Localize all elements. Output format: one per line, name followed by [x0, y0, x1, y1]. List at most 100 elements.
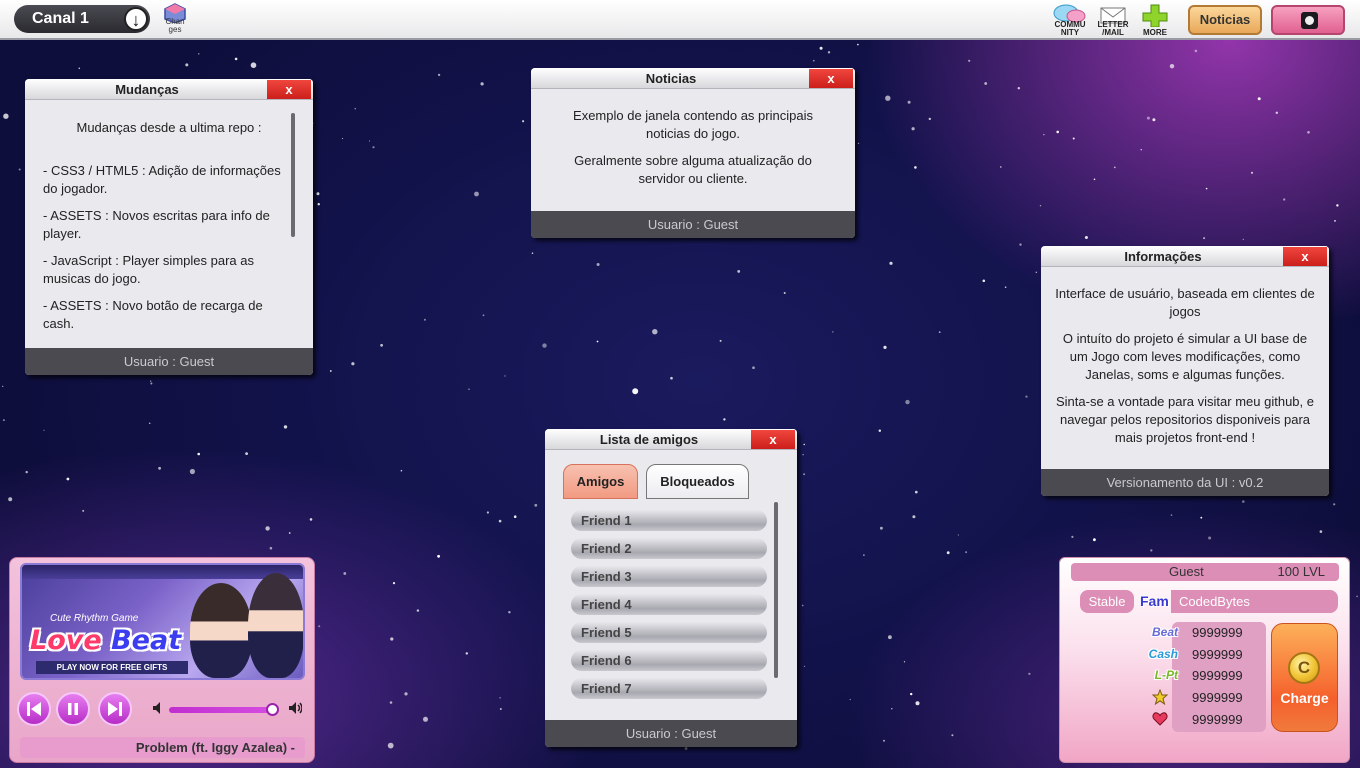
tab-blocked[interactable]: Bloqueados	[646, 464, 749, 499]
star	[245, 452, 249, 455]
star	[938, 331, 941, 333]
star	[198, 53, 200, 55]
letter-mail-button[interactable]: LETTER /MAIL	[1093, 3, 1133, 37]
star	[1242, 500, 1245, 503]
star	[832, 331, 834, 333]
star	[341, 137, 344, 140]
more-button[interactable]: MORE	[1135, 3, 1175, 37]
tab-friends[interactable]: Amigos	[563, 464, 638, 499]
star-value: 9999999	[1192, 690, 1243, 705]
star	[499, 708, 502, 710]
star	[1043, 134, 1045, 136]
channel-selector[interactable]: Canal 1 ↓	[14, 5, 150, 33]
previous-button[interactable]	[17, 692, 51, 726]
heart-icon	[1152, 712, 1168, 726]
player-card: Guest 100 LVL Stable Fam CodedBytes Beat…	[1059, 557, 1350, 763]
friends-scroll-thumb[interactable]	[774, 502, 778, 678]
star	[1084, 236, 1088, 239]
star	[803, 443, 805, 446]
star	[827, 51, 831, 54]
star	[380, 343, 383, 347]
star	[1025, 395, 1028, 398]
star	[372, 146, 375, 149]
charge-button[interactable]: C Charge	[1271, 623, 1338, 732]
github-button[interactable]	[1271, 5, 1345, 35]
star	[2, 419, 5, 422]
star	[1004, 286, 1007, 289]
star	[486, 511, 489, 514]
friend-item[interactable]: Friend 6	[571, 650, 767, 671]
star	[812, 59, 815, 62]
changes-scrollbar[interactable]	[291, 113, 295, 237]
news-button[interactable]: Noticias	[1188, 5, 1262, 35]
coin-icon: C	[1288, 652, 1320, 684]
star	[883, 345, 887, 349]
star	[18, 168, 21, 171]
star	[652, 329, 658, 335]
star	[1257, 97, 1261, 101]
star	[849, 698, 851, 701]
changes-window-close-button[interactable]: x	[267, 80, 311, 99]
star	[951, 734, 954, 737]
news-window-body: Exemplo de janela contendo as principais…	[531, 89, 855, 197]
star	[234, 57, 238, 61]
info-window-close-button[interactable]: x	[1283, 247, 1327, 266]
star	[752, 366, 755, 370]
star	[903, 661, 906, 663]
next-button[interactable]	[98, 692, 132, 726]
top-bar: Canal 1 ↓ Chan ges COMMU NITY LETTER /MA…	[0, 0, 1360, 40]
friend-item[interactable]: Friend 1	[571, 510, 767, 531]
community-button[interactable]: COMMU NITY	[1050, 3, 1090, 37]
volume-slider[interactable]	[169, 703, 279, 716]
star	[390, 637, 394, 641]
community-label: COMMU NITY	[1054, 20, 1086, 37]
star	[465, 652, 468, 655]
star	[1333, 503, 1336, 506]
star	[803, 665, 806, 667]
star	[885, 95, 891, 101]
star	[250, 62, 257, 68]
star	[957, 534, 960, 536]
song-title: Problem (ft. Iggy Azalea) -	[20, 737, 305, 758]
changes-scroll-thumb[interactable]	[291, 113, 295, 237]
volume-low-icon	[153, 702, 160, 714]
star	[316, 192, 320, 196]
star	[912, 515, 916, 519]
chevron-down-icon[interactable]: ↓	[124, 7, 148, 31]
friends-scrollbar[interactable]	[774, 502, 778, 678]
fam-label: Fam	[1140, 593, 1169, 609]
friend-item[interactable]: Friend 2	[571, 538, 767, 559]
star	[404, 692, 408, 696]
changes-button[interactable]: Chan ges	[158, 3, 192, 39]
star	[1200, 516, 1203, 519]
star	[783, 292, 786, 294]
star	[534, 503, 538, 507]
volume-high-icon	[289, 702, 302, 714]
star	[878, 429, 881, 432]
star	[423, 318, 426, 321]
friend-item[interactable]: Friend 4	[571, 594, 767, 615]
friend-item[interactable]: Friend 3	[571, 566, 767, 587]
pause-button[interactable]	[56, 692, 90, 726]
friend-item[interactable]: Friend 5	[571, 622, 767, 643]
star	[891, 708, 893, 710]
changes-window: Mudanças x Mudanças desde a ultima repo …	[25, 79, 313, 375]
game-banner[interactable]: Cute Rhythm Game Love Beat PLAY NOW FOR …	[20, 563, 305, 680]
star	[437, 554, 440, 558]
star	[1170, 514, 1173, 516]
news-window-close-button[interactable]: x	[809, 69, 853, 88]
friends-window-close-button[interactable]: x	[751, 430, 795, 449]
star	[910, 692, 913, 696]
news-window-title[interactable]: Noticias	[531, 68, 855, 89]
letter-mail-label: LETTER /MAIL	[1097, 20, 1129, 37]
friend-item[interactable]: Friend 7	[571, 678, 767, 699]
star	[437, 73, 441, 77]
star	[3, 113, 9, 119]
volume-slider-knob[interactable]	[266, 703, 279, 716]
star	[1146, 116, 1150, 120]
star	[329, 370, 332, 372]
star	[542, 343, 547, 348]
plus-icon	[1142, 4, 1168, 28]
star	[857, 43, 859, 46]
star	[499, 697, 501, 699]
